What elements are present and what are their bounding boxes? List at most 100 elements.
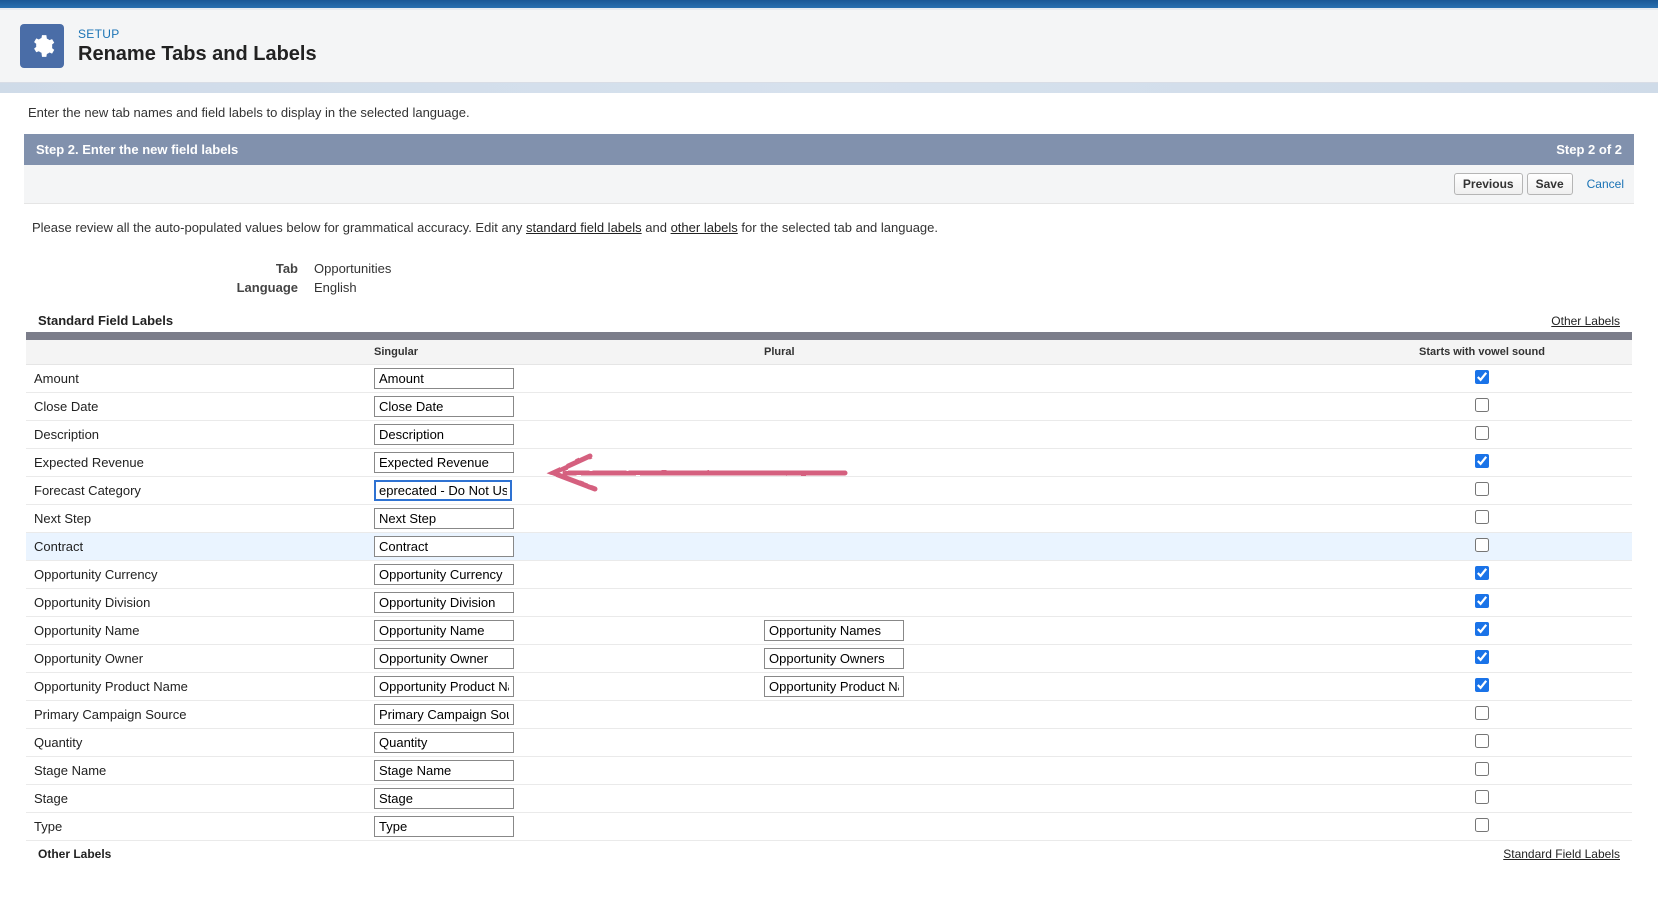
- singular-input[interactable]: [374, 368, 514, 389]
- other-labels-anchor[interactable]: Other Labels: [1551, 314, 1620, 328]
- vowel-checkbox[interactable]: [1475, 706, 1489, 720]
- vowel-checkbox[interactable]: [1475, 566, 1489, 580]
- intro-text: Enter the new tab names and field labels…: [24, 105, 1634, 120]
- plural-input[interactable]: [764, 620, 904, 641]
- singular-input[interactable]: [374, 676, 514, 697]
- tab-value: Opportunities: [314, 261, 391, 276]
- singular-input[interactable]: [374, 592, 514, 613]
- field-label: Type: [26, 813, 366, 841]
- standard-field-labels-link[interactable]: standard field labels: [526, 220, 642, 235]
- field-label: Opportunity Product Name: [26, 673, 366, 701]
- table-row: Contract: [26, 533, 1632, 561]
- header-decoration: [0, 8, 1658, 10]
- field-label: Stage Name: [26, 757, 366, 785]
- vowel-checkbox[interactable]: [1475, 454, 1489, 468]
- singular-input[interactable]: [374, 732, 514, 753]
- table-row: Opportunity Name: [26, 617, 1632, 645]
- field-label: Stage: [26, 785, 366, 813]
- vowel-checkbox[interactable]: [1475, 482, 1489, 496]
- step-indicator: Step 2 of 2: [1556, 142, 1622, 157]
- vowel-checkbox[interactable]: [1475, 790, 1489, 804]
- action-button-bar: Previous Save Cancel: [24, 165, 1634, 204]
- field-label: Amount: [26, 365, 366, 393]
- table-row: Close Date: [26, 393, 1632, 421]
- singular-input[interactable]: [374, 648, 514, 669]
- table-row: Opportunity Owner: [26, 645, 1632, 673]
- table-row: Primary Campaign Source: [26, 701, 1632, 729]
- setup-gear-icon: [20, 24, 64, 68]
- vowel-checkbox[interactable]: [1475, 594, 1489, 608]
- table-row: Expected Revenue: [26, 449, 1632, 477]
- section-title: Standard Field Labels: [38, 313, 173, 328]
- singular-input[interactable]: [374, 452, 514, 473]
- other-labels-link[interactable]: other labels: [671, 220, 738, 235]
- language-label: Language: [24, 280, 314, 295]
- vowel-checkbox[interactable]: [1475, 510, 1489, 524]
- singular-input[interactable]: [374, 480, 512, 501]
- singular-input[interactable]: [374, 788, 514, 809]
- field-label: Opportunity Currency: [26, 561, 366, 589]
- section-header: Standard Field Labels Other Labels: [24, 313, 1634, 332]
- review-instructions: Please review all the auto-populated val…: [24, 204, 1634, 251]
- review-text-mid: and: [642, 220, 671, 235]
- singular-input[interactable]: [374, 760, 514, 781]
- cancel-link[interactable]: Cancel: [1587, 177, 1624, 191]
- table-row: Opportunity Currency: [26, 561, 1632, 589]
- singular-input[interactable]: [374, 704, 514, 725]
- section-divider: [26, 332, 1632, 340]
- page-header: SETUP Rename Tabs and Labels: [0, 8, 1658, 83]
- meta-info: Tab Opportunities Language English: [24, 259, 1634, 297]
- field-label: Opportunity Owner: [26, 645, 366, 673]
- col-vowel: Starts with vowel sound: [1332, 340, 1632, 365]
- review-text-after: for the selected tab and language.: [738, 220, 938, 235]
- table-row: Quantity: [26, 729, 1632, 757]
- vowel-checkbox[interactable]: [1475, 650, 1489, 664]
- step-header-bar: Step 2. Enter the new field labels Step …: [24, 134, 1634, 165]
- table-row: Next Step: [26, 505, 1632, 533]
- save-button[interactable]: Save: [1527, 173, 1573, 195]
- background-decoration: [0, 83, 1658, 93]
- step-title: Step 2. Enter the new field labels: [36, 142, 238, 157]
- singular-input[interactable]: [374, 396, 514, 417]
- vowel-checkbox[interactable]: [1475, 370, 1489, 384]
- singular-input[interactable]: [374, 816, 514, 837]
- col-field: [26, 340, 366, 365]
- review-text-before: Please review all the auto-populated val…: [32, 220, 526, 235]
- vowel-checkbox[interactable]: [1475, 622, 1489, 636]
- bottom-standard-labels-link[interactable]: Standard Field Labels: [1503, 847, 1620, 861]
- col-plural: Plural: [756, 340, 1332, 365]
- bottom-other-labels: Other Labels: [38, 847, 111, 861]
- top-border-decoration: [0, 0, 1658, 8]
- field-label: Opportunity Name: [26, 617, 366, 645]
- singular-input[interactable]: [374, 620, 514, 641]
- field-label: Forecast Category: [26, 477, 366, 505]
- singular-input[interactable]: [374, 424, 514, 445]
- vowel-checkbox[interactable]: [1475, 398, 1489, 412]
- field-label: Expected Revenue: [26, 449, 366, 477]
- header-eyebrow: SETUP: [78, 27, 317, 41]
- table-row: Amount: [26, 365, 1632, 393]
- plural-input[interactable]: [764, 648, 904, 669]
- table-row: Stage: [26, 785, 1632, 813]
- field-labels-table: Singular Plural Starts with vowel sound …: [26, 340, 1632, 841]
- vowel-checkbox[interactable]: [1475, 538, 1489, 552]
- field-label: Quantity: [26, 729, 366, 757]
- vowel-checkbox[interactable]: [1475, 734, 1489, 748]
- singular-input[interactable]: [374, 564, 514, 585]
- field-label: Next Step: [26, 505, 366, 533]
- table-row: Description: [26, 421, 1632, 449]
- previous-button[interactable]: Previous: [1454, 173, 1523, 195]
- singular-input[interactable]: [374, 508, 514, 529]
- table-row: Type: [26, 813, 1632, 841]
- vowel-checkbox[interactable]: [1475, 426, 1489, 440]
- singular-input[interactable]: [374, 536, 514, 557]
- vowel-checkbox[interactable]: [1475, 678, 1489, 692]
- field-label: Description: [26, 421, 366, 449]
- table-row: Opportunity Product Name: [26, 673, 1632, 701]
- vowel-checkbox[interactable]: [1475, 818, 1489, 832]
- vowel-checkbox[interactable]: [1475, 762, 1489, 776]
- field-label: Opportunity Division: [26, 589, 366, 617]
- plural-input[interactable]: [764, 676, 904, 697]
- page-title: Rename Tabs and Labels: [78, 43, 317, 66]
- table-row: Stage Name: [26, 757, 1632, 785]
